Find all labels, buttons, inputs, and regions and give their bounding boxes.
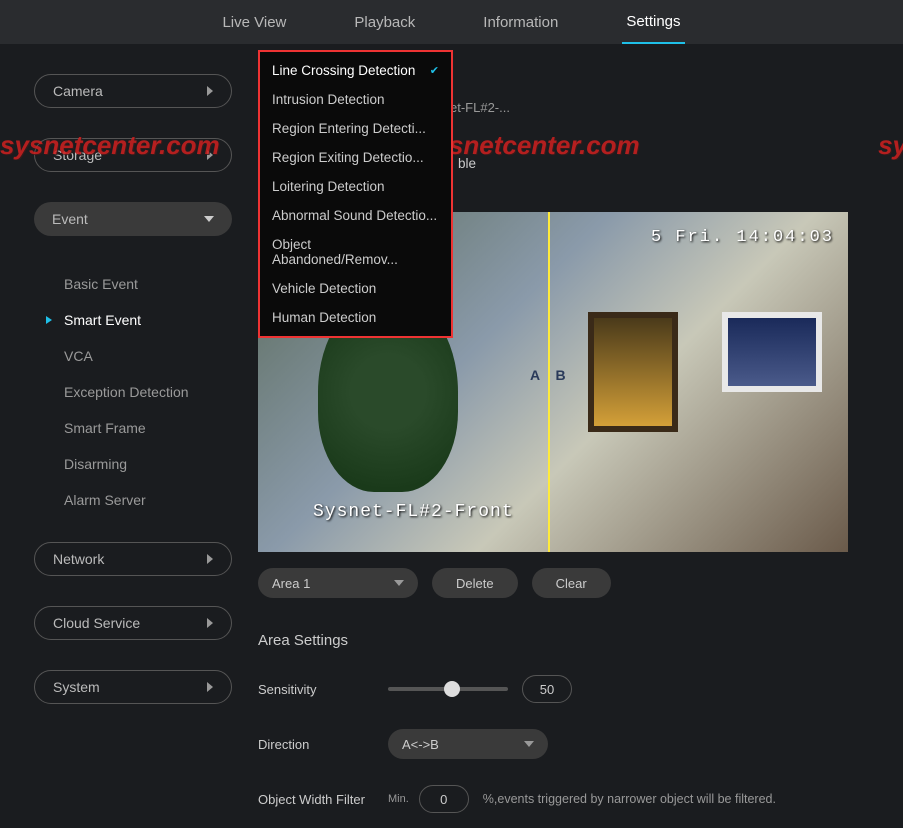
area-controls: Area 1 Delete Clear bbox=[258, 568, 873, 598]
sidebar-event-subitems: Basic Event Smart Event VCA Exception De… bbox=[34, 266, 232, 518]
sidebar-item-disarming[interactable]: Disarming bbox=[34, 446, 232, 482]
preview-timestamp: 5 Fri. 14:04:03 bbox=[651, 228, 834, 247]
sidebar: Camera Storage Event Basic Event Smart E… bbox=[0, 44, 240, 828]
tab-settings[interactable]: Settings bbox=[622, 1, 684, 44]
sidebar-item-exception[interactable]: Exception Detection bbox=[34, 374, 232, 410]
sidebar-event[interactable]: Event bbox=[34, 202, 232, 236]
delete-button[interactable]: Delete bbox=[432, 568, 518, 598]
area-settings-title: Area Settings bbox=[258, 632, 873, 649]
content-pane: Line Crossing Detection ✔ Intrusion Dete… bbox=[240, 44, 903, 828]
direction-row: Direction A<->B bbox=[258, 729, 873, 759]
sidebar-network[interactable]: Network bbox=[34, 542, 232, 576]
dropdown-intrusion[interactable]: Intrusion Detection bbox=[260, 85, 451, 114]
direction-label: Direction bbox=[258, 737, 388, 752]
sidebar-camera-label: Camera bbox=[53, 83, 103, 99]
sidebar-cloud-service[interactable]: Cloud Service bbox=[34, 606, 232, 640]
sensitivity-label: Sensitivity bbox=[258, 682, 388, 697]
dropdown-item-label: Line Crossing Detection bbox=[272, 63, 415, 78]
sidebar-network-label: Network bbox=[53, 551, 104, 567]
sensitivity-value[interactable]: 50 bbox=[522, 675, 572, 703]
preview-camera-label: Sysnet-FL#2-Front bbox=[313, 502, 514, 522]
tab-information[interactable]: Information bbox=[479, 2, 562, 43]
sidebar-event-label: Event bbox=[52, 211, 88, 227]
event-type-dropdown[interactable]: Line Crossing Detection ✔ Intrusion Dete… bbox=[258, 50, 453, 338]
line-ab-label: A B bbox=[530, 367, 572, 383]
slider-thumb[interactable] bbox=[444, 681, 460, 697]
width-filter-label: Object Width Filter bbox=[258, 792, 388, 807]
dropdown-region-entering[interactable]: Region Entering Detecti... bbox=[260, 114, 451, 143]
direction-value: A<->B bbox=[402, 737, 439, 752]
channel-select-partial[interactable]: et-FL#2-... bbox=[450, 100, 510, 115]
dropdown-human[interactable]: Human Detection bbox=[260, 303, 451, 332]
sidebar-item-smart-frame[interactable]: Smart Frame bbox=[34, 410, 232, 446]
clear-button[interactable]: Clear bbox=[532, 568, 611, 598]
dropdown-abnormal-sound[interactable]: Abnormal Sound Detectio... bbox=[260, 201, 451, 230]
top-nav: Live View Playback Information Settings bbox=[0, 0, 903, 44]
dropdown-vehicle[interactable]: Vehicle Detection bbox=[260, 274, 451, 303]
chevron-right-icon bbox=[207, 554, 213, 564]
sidebar-system[interactable]: System bbox=[34, 670, 232, 704]
sensitivity-row: Sensitivity 50 bbox=[258, 675, 873, 703]
min-label: Min. bbox=[388, 793, 409, 805]
direction-select[interactable]: A<->B bbox=[388, 729, 548, 759]
sidebar-item-vca[interactable]: VCA bbox=[34, 338, 232, 374]
scene-frame-gold bbox=[588, 312, 678, 432]
dropdown-region-exiting[interactable]: Region Exiting Detectio... bbox=[260, 143, 451, 172]
dropdown-object-abandoned[interactable]: Object Abandoned/Remov... bbox=[260, 230, 451, 274]
chevron-down-icon bbox=[204, 216, 214, 222]
area-select-value: Area 1 bbox=[272, 576, 310, 591]
dropdown-loitering[interactable]: Loitering Detection bbox=[260, 172, 451, 201]
dropdown-line-crossing[interactable]: Line Crossing Detection ✔ bbox=[260, 56, 451, 85]
sidebar-item-smart-event[interactable]: Smart Event bbox=[34, 302, 232, 338]
chevron-right-icon bbox=[207, 618, 213, 628]
sidebar-cloud-label: Cloud Service bbox=[53, 615, 140, 631]
chevron-right-icon bbox=[207, 682, 213, 692]
sidebar-item-alarm-server[interactable]: Alarm Server bbox=[34, 482, 232, 518]
width-min-value[interactable]: 0 bbox=[419, 785, 469, 813]
sidebar-camera[interactable]: Camera bbox=[34, 74, 232, 108]
sidebar-item-basic-event[interactable]: Basic Event bbox=[34, 266, 232, 302]
check-icon: ✔ bbox=[430, 64, 439, 77]
width-hint: %,events triggered by narrower object wi… bbox=[483, 792, 776, 806]
area-select[interactable]: Area 1 bbox=[258, 568, 418, 598]
chevron-down-icon bbox=[524, 741, 534, 747]
sidebar-storage-label: Storage bbox=[53, 147, 102, 163]
chevron-right-icon bbox=[207, 86, 213, 96]
chevron-down-icon bbox=[394, 580, 404, 586]
enable-label-partial: ble bbox=[458, 156, 476, 171]
chevron-right-icon bbox=[207, 150, 213, 160]
tab-live-view[interactable]: Live View bbox=[218, 2, 290, 43]
tab-playback[interactable]: Playback bbox=[350, 2, 419, 43]
sensitivity-slider[interactable] bbox=[388, 687, 508, 691]
scene-frame-blue bbox=[722, 312, 822, 392]
sidebar-storage[interactable]: Storage bbox=[34, 138, 232, 172]
width-filter-row: Object Width Filter Min. 0 %,events trig… bbox=[258, 785, 873, 813]
sidebar-system-label: System bbox=[53, 679, 100, 695]
